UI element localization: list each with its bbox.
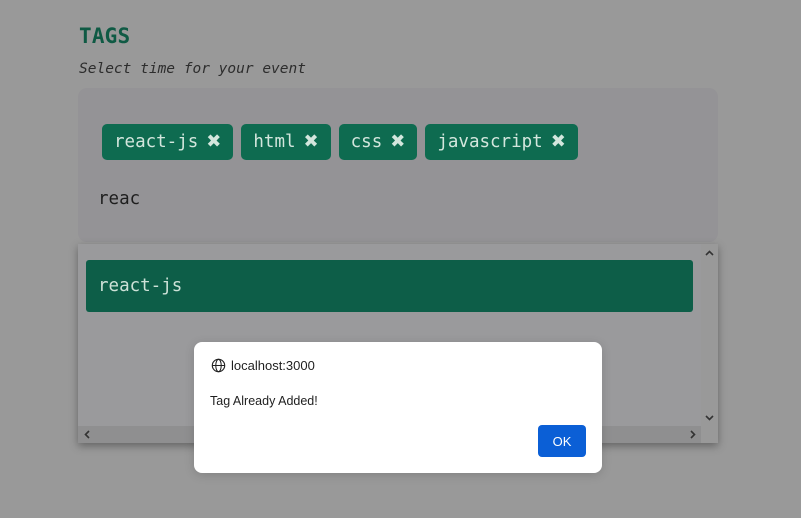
- globe-icon: [211, 358, 226, 373]
- dialog-origin: localhost:3000: [211, 358, 315, 373]
- dialog-origin-text: localhost:3000: [231, 358, 315, 373]
- dialog-message: Tag Already Added!: [210, 394, 318, 408]
- alert-dialog: localhost:3000 Tag Already Added! OK: [194, 342, 602, 473]
- ok-button[interactable]: OK: [538, 425, 586, 457]
